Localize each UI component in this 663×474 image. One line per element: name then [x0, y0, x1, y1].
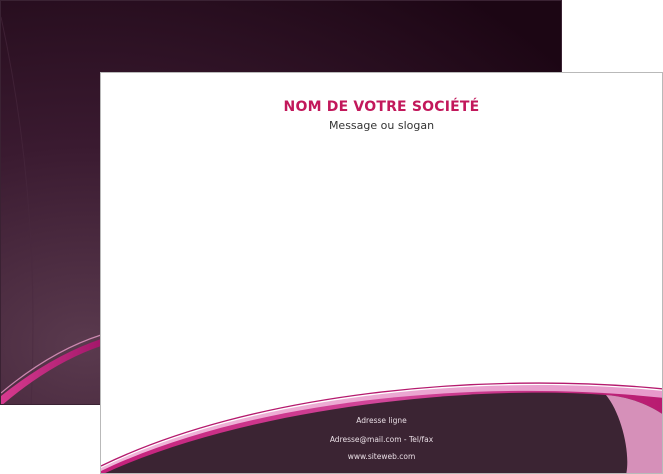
address-line: Adresse ligne: [356, 416, 407, 425]
contact-line: Adresse@mail.com - Tel/fax: [329, 435, 434, 444]
front-side-artwork: [101, 382, 662, 473]
flyer-preview: NOM DE VOTRE SOCIÉTÉ Message ou slogan A…: [0, 0, 663, 474]
website-line: www.siteweb.com: [347, 452, 416, 461]
company-name: NOM DE VOTRE SOCIÉTÉ: [283, 99, 480, 115]
slogan: Message ou slogan: [328, 119, 435, 132]
flyer-front-side: NOM DE VOTRE SOCIÉTÉ Message ou slogan A…: [100, 72, 663, 474]
dark-footer: [105, 392, 662, 473]
